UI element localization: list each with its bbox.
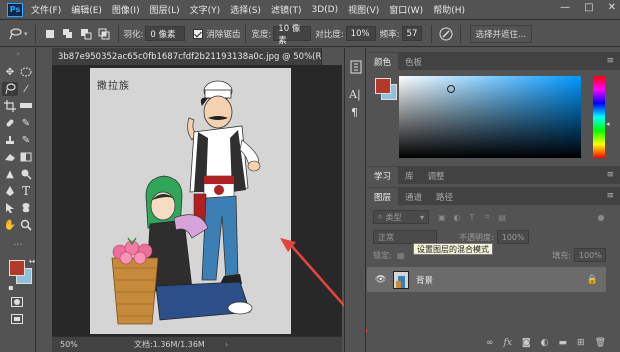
history-icon[interactable] <box>349 60 363 74</box>
fx-icon[interactable]: fx <box>503 338 511 348</box>
shape-filter-icon[interactable]: ⌗ <box>482 212 492 222</box>
panel-menu-icon[interactable]: ≡ <box>606 56 614 66</box>
new-group-icon[interactable]: ▬ <box>559 338 568 348</box>
adjustment-filter-icon[interactable]: ◐ <box>452 212 462 222</box>
delete-layer-icon[interactable]: 🗑 <box>595 338 606 348</box>
type-filter-icon[interactable]: T <box>467 212 477 222</box>
panel-menu-icon[interactable]: ≡ <box>606 191 614 201</box>
layer-name: 背景 <box>416 275 434 286</box>
kind-filter-label: 类型 <box>385 212 402 222</box>
tab-libraries[interactable]: 库 <box>398 167 421 184</box>
status-bar: 50% 文档:1.36M/1.36M › <box>52 336 342 352</box>
lock-label: 锁定: <box>373 250 392 260</box>
hue-slider-handle-icon[interactable]: ◂ <box>606 120 610 128</box>
pixel-filter-icon[interactable]: ▣ <box>437 212 447 222</box>
layer-filter-row: ⌕ 类型 ▾ ▣ ◐ T ⌗ ▤ ● <box>367 210 620 224</box>
layer-thumbnail <box>393 270 409 289</box>
lock-row: 锁定: ▦ 填充: 100% <box>367 248 620 262</box>
character-icon[interactable]: A| <box>349 88 361 101</box>
tab-channels[interactable]: 通道 <box>398 188 429 205</box>
picker-cursor[interactable] <box>447 85 455 93</box>
lock-transparent-icon[interactable]: ▦ <box>396 250 406 260</box>
right-panels: 颜色 色板 ≡ ◂ 学习 库 调整 ≡ 图层 通道 路径 ≡ ⌕ 类型 ▾ ▣ … <box>367 48 620 352</box>
opacity-field[interactable]: 100% <box>496 230 529 244</box>
blend-row: 正常 不透明度: 100% <box>367 230 620 244</box>
tab-adjustments[interactable]: 调整 <box>421 167 452 184</box>
blend-mode-tooltip: 设置图层的混合模式 <box>413 243 493 255</box>
tab-layers[interactable]: 图层 <box>367 188 399 205</box>
collapsed-panel-strip: A| ¶ <box>344 48 366 352</box>
hue-slider[interactable] <box>593 76 605 158</box>
kind-filter-select[interactable]: ⌕ 类型 ▾ <box>373 210 429 224</box>
color-picker-field[interactable] <box>399 76 581 158</box>
paragraph-icon[interactable]: ¶ <box>351 106 358 119</box>
fill-label: 填充: <box>552 250 571 260</box>
color-panel-tabs: 颜色 色板 ≡ <box>367 52 620 70</box>
color-fg-swatch[interactable] <box>375 78 391 94</box>
zoom-level[interactable]: 50% <box>60 340 104 349</box>
layers-footer: ∞ fx ◙ ◐ ▬ ⊞ 🗑 <box>367 334 620 352</box>
tab-paths[interactable]: 路径 <box>429 188 460 205</box>
blend-mode-select[interactable]: 正常 <box>373 230 437 244</box>
tab-color[interactable]: 颜色 <box>367 53 399 70</box>
tab-learn[interactable]: 学习 <box>367 167 399 184</box>
adjustment-layer-icon[interactable]: ◐ <box>541 338 549 348</box>
status-expand-icon[interactable]: › <box>225 340 228 349</box>
filter-toggle-icon[interactable]: ● <box>596 212 606 222</box>
dropdown-chevron-icon: ▾ <box>419 212 424 222</box>
document-info: 文档:1.36M/1.36M <box>134 340 205 349</box>
opacity-label: 不透明度: <box>459 232 494 242</box>
add-mask-icon[interactable]: ◙ <box>522 338 531 348</box>
filter-search-icon: ⌕ <box>378 212 383 221</box>
new-layer-icon[interactable]: ⊞ <box>577 338 585 348</box>
blend-mode-value: 正常 <box>378 232 394 242</box>
link-layers-icon[interactable]: ∞ <box>486 338 494 348</box>
fill-field[interactable]: 100% <box>574 248 606 262</box>
learn-panel-tabs: 学习 库 调整 ≡ <box>367 166 620 184</box>
tab-swatches[interactable]: 色板 <box>398 53 429 70</box>
layer-row-background[interactable]: 👁 背景 🔒 <box>367 267 606 292</box>
layers-panel-tabs: 图层 通道 路径 ≡ <box>367 187 620 205</box>
smart-object-filter-icon[interactable]: ▤ <box>497 212 507 222</box>
layer-lock-icon[interactable]: 🔒 <box>587 275 598 285</box>
panel-menu-icon[interactable]: ≡ <box>606 170 614 180</box>
visibility-eye-icon[interactable]: 👁 <box>375 275 389 285</box>
